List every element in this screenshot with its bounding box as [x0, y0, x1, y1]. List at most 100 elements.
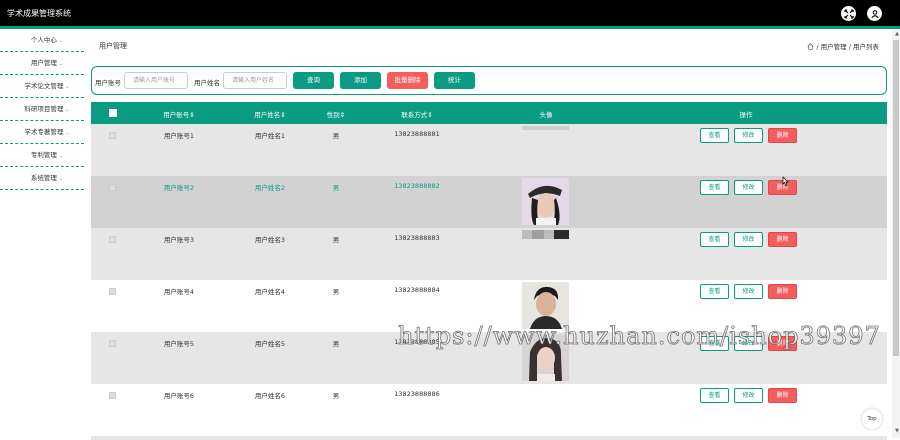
batch-delete-button[interactable]: 批量删除: [387, 72, 428, 89]
row-checkbox[interactable]: [109, 340, 116, 347]
cell-phone: 13823888883: [394, 234, 440, 242]
cell-name: 用户姓名5: [254, 340, 286, 348]
edit-button[interactable]: 修改: [734, 388, 763, 403]
edit-button[interactable]: 修改: [734, 128, 763, 143]
header-phone[interactable]: 联系方式⇕: [387, 109, 447, 119]
delete-button[interactable]: 删除: [768, 284, 797, 299]
chevron-down-icon: ⌄: [65, 84, 70, 90]
fullscreen-icon[interactable]: [841, 6, 856, 21]
search-bar: 用户账号 请输入用户账号 用户姓名 请输入用户姓名 查询 添加 批量删除 统计: [91, 66, 887, 95]
back-to-top-button[interactable]: Top: [862, 409, 882, 429]
scroll-down-icon[interactable]: ▼: [895, 428, 899, 434]
cell-phone: 13823888881: [394, 130, 440, 138]
sidebar-item-label: 学术专著管理: [24, 128, 64, 136]
scrollbar-thumb[interactable]: [893, 40, 899, 356]
scroll-up-icon[interactable]: ▲: [895, 31, 899, 37]
view-button[interactable]: 查看: [700, 180, 729, 195]
edit-button[interactable]: 修改: [734, 180, 763, 195]
account-search-input[interactable]: 请输入用户账号: [124, 72, 188, 89]
sidebar: 个人中心 ⌄ 用户管理 ⌄ 学术论文管理 ⌄ 科研项目管理 ⌄ 学术专著管理 ⌄ 专利管理…: [0, 29, 84, 190]
page-title: 用户管理: [99, 42, 127, 50]
name-label: 用户姓名: [194, 79, 220, 87]
cell-account: 用户账号6: [163, 392, 195, 400]
header-avatar: 头像: [539, 111, 553, 119]
table-header: 用户账号⇕ 用户姓名⇕ 性别⇕ 联系方式⇕ 头像 操作: [91, 102, 887, 124]
add-button[interactable]: 添加: [340, 72, 381, 89]
delete-button[interactable]: 删除: [768, 388, 797, 403]
sidebar-item-personal-center[interactable]: 个人中心 ⌄: [0, 29, 84, 52]
row-checkbox[interactable]: [109, 288, 116, 295]
chevron-down-icon: ⌄: [58, 38, 64, 44]
sidebar-item-patent-management[interactable]: 专利管理 ⌄: [0, 144, 84, 167]
sidebar-item-paper-management[interactable]: 学术论文管理 ⌄: [0, 75, 84, 98]
table-row: 用户账号2 用户姓名2 男 13823888882 查看 修改 删除: [91, 176, 887, 228]
sidebar-item-label: 专利管理: [30, 151, 57, 159]
breadcrumb: / 用户管理 / 用户列表: [807, 41, 879, 51]
avatar: [522, 126, 569, 130]
row-checkbox[interactable]: [109, 184, 116, 191]
account-label: 用户账号: [95, 79, 121, 87]
view-button[interactable]: 查看: [700, 388, 729, 403]
mouse-cursor-icon: [782, 176, 789, 187]
cell-gender: 男: [332, 132, 340, 140]
view-button[interactable]: 查看: [700, 284, 729, 299]
sidebar-item-user-management[interactable]: 用户管理 ⌄: [0, 52, 84, 75]
view-button[interactable]: 查看: [700, 232, 729, 247]
cell-gender: 男: [332, 340, 340, 348]
header-account[interactable]: 用户账号⇕: [151, 109, 207, 119]
select-all-checkbox[interactable]: [109, 109, 117, 117]
cell-account: 用户账号5: [163, 340, 195, 348]
chevron-down-icon: ⌄: [65, 107, 70, 113]
cell-name: 用户姓名4: [254, 288, 286, 296]
stats-button[interactable]: 统计: [434, 72, 475, 89]
user-icon[interactable]: [867, 6, 882, 21]
cell-account: 用户账号2: [163, 184, 195, 192]
row-checkbox[interactable]: [109, 392, 116, 399]
chevron-down-icon: ⌄: [65, 130, 70, 136]
cell-name: 用户姓名3: [254, 236, 286, 244]
topbar-accent-line: [0, 26, 900, 29]
chevron-down-icon: ⌄: [58, 153, 64, 159]
sidebar-item-label: 系统管理: [30, 174, 57, 182]
cell-phone: 13823888882: [394, 182, 440, 190]
header-name[interactable]: 用户姓名⇕: [242, 109, 298, 119]
view-button[interactable]: 查看: [700, 128, 729, 143]
sidebar-item-project-management[interactable]: 科研项目管理 ⌄: [0, 98, 84, 121]
table-row: 用户账号1 用户姓名1 男 13823888881 查看 修改 删除: [91, 124, 887, 176]
header-gender[interactable]: 性别⇕: [316, 109, 356, 119]
table-row: [91, 436, 887, 440]
sidebar-item-label: 科研项目管理: [24, 105, 64, 113]
cell-phone: 13823888884: [394, 286, 440, 294]
cell-phone: 13823888886: [394, 390, 440, 398]
cell-name: 用户姓名1: [254, 132, 286, 140]
header-ops: 操作: [739, 111, 753, 119]
query-button[interactable]: 查询: [293, 72, 334, 89]
name-search-input[interactable]: 请输入用户姓名: [223, 72, 287, 89]
app-title: 学术成果管理系统: [7, 9, 71, 18]
sidebar-item-system-management[interactable]: 系统管理 ⌄: [0, 167, 84, 190]
cell-name: 用户姓名6: [254, 392, 286, 400]
delete-button[interactable]: 删除: [768, 232, 797, 247]
cell-gender: 男: [332, 236, 340, 244]
sidebar-item-label: 用户管理: [30, 59, 57, 67]
row-checkbox[interactable]: [109, 236, 116, 243]
cell-account: 用户账号3: [163, 236, 195, 244]
row-checkbox[interactable]: [109, 132, 116, 139]
breadcrumb-text[interactable]: / 用户管理 / 用户列表: [816, 43, 879, 51]
edit-button[interactable]: 修改: [734, 232, 763, 247]
chevron-down-icon: ⌄: [58, 176, 64, 182]
cell-account: 用户账号4: [163, 288, 195, 296]
cell-name: 用户姓名2: [254, 184, 286, 192]
delete-button[interactable]: 删除: [768, 128, 797, 143]
cell-gender: 男: [332, 392, 340, 400]
table-row: 用户账号6 用户姓名6 男 13823888886 查看 修改 删除: [91, 384, 887, 436]
cell-gender: 男: [332, 184, 340, 192]
edit-button[interactable]: 修改: [734, 284, 763, 299]
top-bar: 学术成果管理系统: [0, 0, 900, 29]
avatar: [522, 178, 569, 225]
sidebar-item-label: 学术论文管理: [24, 82, 64, 90]
home-icon[interactable]: [807, 43, 814, 50]
sidebar-item-monograph-management[interactable]: 学术专著管理 ⌄: [0, 121, 84, 144]
chevron-down-icon: ⌄: [58, 61, 64, 67]
cell-account: 用户账号1: [163, 132, 195, 140]
